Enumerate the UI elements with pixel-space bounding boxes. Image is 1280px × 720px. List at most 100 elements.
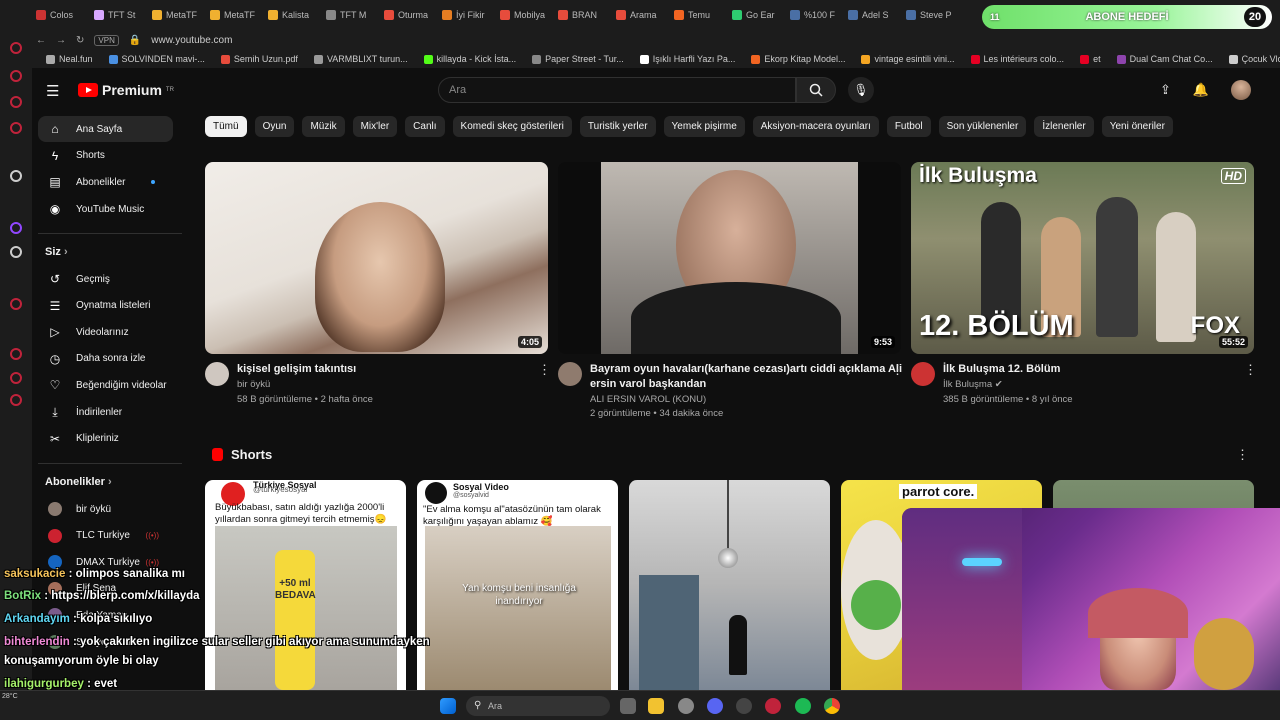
app-icon[interactable] — [10, 96, 22, 108]
filter-chip[interactable]: Mix'ler — [352, 116, 398, 137]
x-icon[interactable] — [10, 246, 22, 258]
filter-chip[interactable]: Futbol — [886, 116, 931, 137]
browser-tab[interactable]: Steve P — [902, 4, 960, 26]
channel-avatar[interactable] — [911, 362, 935, 386]
forward-icon[interactable]: → — [56, 35, 66, 46]
bookmark-item[interactable]: Ekorp Kitap Model... — [751, 54, 845, 64]
video-thumbnail[interactable]: 9:53 — [558, 162, 901, 354]
sidebar-section-subscriptions[interactable]: Abonelikler › — [45, 476, 112, 488]
taskbar-search[interactable]: Ara — [466, 696, 610, 716]
app-icon[interactable] — [10, 298, 22, 310]
account-avatar[interactable] — [1231, 80, 1252, 100]
sidebar-item[interactable]: ▷ Videolarınız — [38, 319, 173, 345]
browser-tab[interactable]: MetaTF — [206, 4, 264, 26]
more-options-icon[interactable]: ⋮ — [1236, 447, 1249, 463]
app-icon[interactable] — [10, 372, 22, 384]
menu-icon[interactable]: ☰ — [46, 82, 59, 100]
bookmark-item[interactable]: Dual Cam Chat Co... — [1116, 54, 1213, 64]
video-thumbnail[interactable]: İlk Buluşma HD 12. BÖLÜM FOX 55:52 — [911, 162, 1254, 354]
app-icon[interactable] — [10, 42, 22, 54]
browser-tab[interactable]: Go Ear — [728, 4, 786, 26]
sidebar-item[interactable]: ⌂ Ana Sayfa — [38, 116, 173, 142]
youtube-logo[interactable]: Premium TR — [78, 82, 174, 98]
channel-name[interactable]: bir öykü — [237, 377, 270, 392]
chrome-icon[interactable] — [824, 698, 840, 714]
windows-start-icon[interactable] — [440, 698, 456, 714]
filter-chip[interactable]: Tümü — [205, 116, 247, 137]
browser-tab[interactable]: Mobilya — [496, 4, 554, 26]
sidebar-item[interactable]: ✂ Klipleriniz — [38, 426, 173, 452]
sidebar-item[interactable]: ▤ Abonelikler — [38, 169, 173, 195]
channel-avatar[interactable] — [558, 362, 582, 386]
more-options-icon[interactable]: ⋮ — [538, 362, 551, 378]
filter-chip[interactable]: Aksiyon-macera oyunları — [752, 116, 879, 137]
app-icon[interactable] — [10, 70, 22, 82]
browser-tab[interactable]: Colos — [32, 4, 90, 26]
browser-tab[interactable]: Oturma — [380, 4, 438, 26]
browser-tab[interactable]: Adel S — [844, 4, 902, 26]
app-icon[interactable] — [10, 122, 22, 134]
short-card[interactable]: Türkiye Sosyal @türkiyesosyal Büyükbabas… — [205, 480, 406, 690]
bookmark-item[interactable]: killayda - Kick İsta... — [423, 54, 516, 64]
filter-chip[interactable]: Müzik — [302, 116, 345, 137]
browser-tab[interactable]: Kalista — [264, 4, 322, 26]
vpn-badge[interactable]: VPN — [94, 34, 119, 46]
short-card[interactable] — [629, 480, 830, 690]
opera-icon[interactable] — [765, 698, 781, 714]
sidebar-item[interactable]: ◉ YouTube Music — [38, 196, 173, 222]
browser-tab[interactable]: İyi Fikir — [438, 4, 496, 26]
filter-chip[interactable]: Oyun — [254, 116, 295, 137]
bookmark-item[interactable]: Çocuk Vlog Bingosu — [1228, 54, 1280, 64]
bookmark-item[interactable]: VARMBLIXT turun... — [313, 54, 408, 64]
app-icon[interactable] — [736, 698, 752, 714]
bookmark-item[interactable]: et — [1080, 54, 1101, 64]
sidebar-item[interactable]: ☰ Oynatma listeleri — [38, 293, 173, 319]
task-view-icon[interactable] — [620, 698, 636, 714]
spotify-icon[interactable] — [795, 698, 811, 714]
reload-icon[interactable]: ↻ — [76, 35, 84, 46]
settings-icon[interactable] — [10, 394, 22, 406]
notifications-bell-icon[interactable]: 🔔 — [1193, 82, 1209, 98]
bookmark-item[interactable]: Semih Uzun.pdf — [220, 54, 298, 64]
filter-chip[interactable]: Yeni öneriler — [1101, 116, 1173, 137]
sidebar-item[interactable]: ⤓ İndirilenler — [38, 399, 173, 425]
twitch-icon[interactable] — [10, 222, 22, 234]
url-field[interactable]: www.youtube.com — [151, 35, 232, 46]
bookmark-item[interactable]: vintage esintili vini... — [861, 54, 955, 64]
browser-tab[interactable]: BRAN — [554, 4, 612, 26]
discord-icon[interactable] — [707, 698, 723, 714]
filter-chip[interactable]: İzlenenler — [1034, 116, 1094, 137]
filter-chip[interactable]: Turistik yerler — [579, 116, 656, 137]
channel-avatar[interactable] — [205, 362, 229, 386]
sidebar-section-you[interactable]: Siz › — [45, 246, 68, 258]
filter-chip[interactable]: Yemek pişirme — [663, 116, 745, 137]
browser-tab[interactable]: Arama — [612, 4, 670, 26]
upload-icon[interactable]: ⇪ — [1160, 82, 1171, 98]
channel-name[interactable]: ALI ERSIN VAROL (KONU) — [590, 392, 706, 407]
subscription-item[interactable]: TLC Turkiye ((•)) — [38, 523, 173, 549]
search-button[interactable] — [796, 77, 836, 103]
more-options-icon[interactable]: ⋮ — [891, 362, 904, 378]
bookmark-item[interactable]: Neal.fun — [46, 54, 93, 64]
app-icon[interactable] — [10, 348, 22, 360]
channel-name[interactable]: İlk Buluşma ✔ — [943, 377, 1003, 392]
video-thumbnail[interactable]: 4:05 — [205, 162, 548, 354]
more-options-icon[interactable]: ⋮ — [1244, 362, 1257, 378]
bookmark-item[interactable]: Paper Street - Tur... — [532, 54, 624, 64]
sidebar-item[interactable]: ◷ Daha sonra izle — [38, 346, 173, 372]
subscription-item[interactable]: bir öykü — [38, 496, 173, 522]
filter-chip[interactable]: Komedi skeç gösterileri — [452, 116, 572, 137]
bookmark-item[interactable]: Işıklı Harfli Yazı Pa... — [639, 54, 735, 64]
sidebar-item[interactable]: ↺ Geçmiş — [38, 266, 173, 292]
settings-icon[interactable] — [678, 698, 694, 714]
video-title[interactable]: İlk Buluşma 12. Bölüm — [943, 362, 1060, 377]
browser-tab[interactable]: %100 F — [786, 4, 844, 26]
bookmark-item[interactable]: Les intérieurs colo... — [970, 54, 1064, 64]
search-input[interactable]: Ara — [438, 77, 796, 103]
sidebar-item[interactable]: ϟ Shorts — [38, 143, 173, 169]
voice-search-button[interactable]: 🎙 — [848, 77, 874, 103]
browser-tab[interactable]: Temu — [670, 4, 728, 26]
filter-chip[interactable]: Canlı — [405, 116, 445, 137]
short-card[interactable]: Sosyal Video @sosyalvid "Ev alma komşu a… — [417, 480, 618, 690]
browser-tab[interactable]: TFT M — [322, 4, 380, 26]
